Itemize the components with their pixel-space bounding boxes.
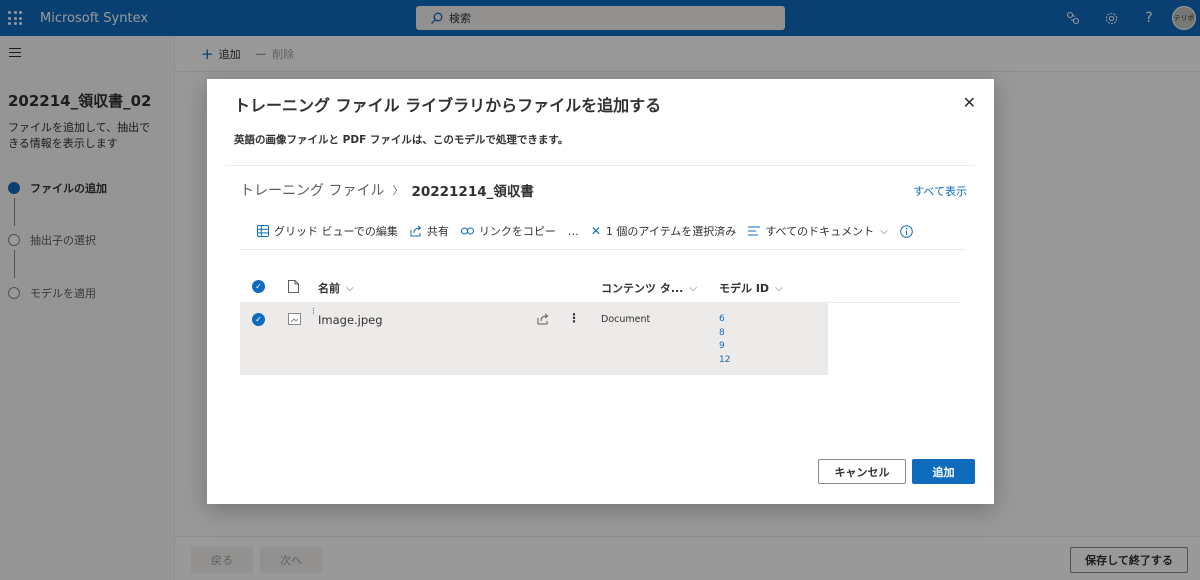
close-icon[interactable]: ✕ — [963, 93, 976, 112]
divider — [240, 249, 966, 250]
model-id-column-header[interactable]: モデル ID ⌵ — [719, 280, 783, 296]
close-selection-icon: ✕ — [590, 224, 601, 238]
content-type-column-label: コンテンツ タ... — [601, 282, 684, 295]
clear-selection-button[interactable]: ✕ 1 個のアイテムを選択済み — [591, 223, 736, 239]
chevron-down-icon: ⌵ — [880, 225, 888, 237]
share-icon — [410, 225, 422, 237]
file-name-link[interactable]: Image.jpeg — [318, 313, 383, 327]
model-id-link[interactable]: 6 — [719, 313, 730, 327]
view-label: すべてのドキュメント — [765, 225, 875, 238]
cancel-button[interactable]: キャンセル — [818, 459, 906, 484]
grid-edit-button[interactable]: グリッド ビューでの編集 — [257, 223, 398, 239]
info-button[interactable] — [899, 224, 913, 238]
chevron-right-icon: 〉 — [392, 184, 404, 197]
list-view-icon — [748, 226, 761, 236]
new-item-sparkle-icon: ⁝ — [312, 307, 315, 317]
model-id-column-label: モデル ID — [719, 282, 770, 295]
select-all-checkbox[interactable]: ✓ — [252, 280, 265, 293]
image-file-icon — [288, 313, 301, 328]
content-type-value: Document — [601, 314, 651, 325]
row-more-options-icon[interactable]: ⋮ — [568, 311, 580, 325]
model-id-link[interactable]: 12 — [719, 354, 730, 368]
chevron-down-icon: ⌵ — [689, 282, 697, 294]
checkmark-icon: ✓ — [252, 313, 265, 326]
add-button[interactable]: 追加 — [912, 459, 975, 484]
document-icon — [288, 280, 299, 293]
model-id-link[interactable]: 8 — [719, 327, 730, 341]
name-column-header[interactable]: 名前 ⌵ — [318, 280, 354, 296]
link-icon — [460, 227, 474, 235]
share-button[interactable]: 共有 — [410, 223, 449, 239]
see-all-link[interactable]: すべて表示 — [913, 183, 967, 199]
grid-edit-label: グリッド ビューでの編集 — [274, 225, 398, 238]
breadcrumb: トレーニング ファイル 〉 20221214_領収書 — [240, 180, 534, 200]
copy-link-label: リンクをコピー — [478, 225, 556, 238]
more-icon: … — [567, 224, 579, 238]
info-icon — [899, 224, 913, 238]
dialog-description: 英語の画像ファイルと PDF ファイルは、このモデルで処理できます。 — [234, 134, 569, 146]
model-id-link[interactable]: 9 — [719, 340, 730, 354]
file-type-column-header[interactable] — [288, 280, 299, 293]
library-toolbar: グリッド ビューでの編集 共有 リンクをコピー … ✕ 1 個のアイテムを選択済… — [257, 220, 925, 242]
content-type-column-header[interactable]: コンテンツ タ... ⌵ — [601, 280, 697, 296]
dialog-title: トレーニング ファイル ライブラリからファイルを追加する — [234, 96, 662, 115]
chevron-down-icon: ⌵ — [775, 282, 783, 294]
add-files-dialog: トレーニング ファイル ライブラリからファイルを追加する ✕ 英語の画像ファイル… — [207, 79, 994, 504]
more-options-button[interactable]: … — [568, 225, 579, 238]
model-id-list: 6 8 9 12 — [719, 313, 730, 367]
chevron-down-icon: ⌵ — [346, 282, 354, 294]
checkmark-icon: ✓ — [252, 280, 265, 293]
copy-link-button[interactable]: リンクをコピー — [460, 223, 556, 239]
row-share-icon[interactable] — [537, 313, 549, 328]
breadcrumb-current: 20221214_領収書 — [411, 184, 534, 200]
selection-count-label: 1 個のアイテムを選択済み — [605, 225, 737, 238]
view-switcher[interactable]: すべてのドキュメント ⌵ — [748, 223, 888, 239]
breadcrumb-root[interactable]: トレーニング ファイル — [240, 180, 384, 200]
table-header: ✓ 名前 ⌵ コンテンツ タ... ⌵ モデル ID ⌵ — [240, 273, 960, 303]
row-checkbox[interactable]: ✓ — [252, 313, 265, 326]
grid-icon — [257, 225, 269, 237]
divider — [225, 165, 975, 166]
share-label: 共有 — [426, 225, 449, 238]
name-column-label: 名前 — [318, 282, 340, 295]
table-row[interactable]: ✓ ⁝ Image.jpeg ⋮ Document 6 8 9 12 — [240, 303, 828, 375]
